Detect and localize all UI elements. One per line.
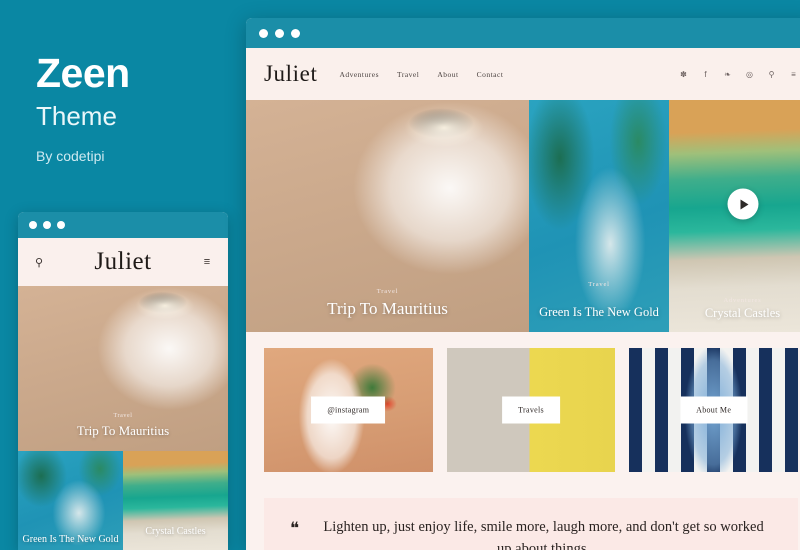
mobile-card-row: Green Is The New Gold Crystal Castles bbox=[18, 451, 228, 550]
promo-card-label: Travels bbox=[502, 396, 560, 424]
hamburger-menu-icon[interactable]: ≡ bbox=[789, 69, 798, 79]
window-dot-minimize-icon[interactable] bbox=[43, 221, 51, 229]
desktop-window-chrome-bar bbox=[246, 18, 800, 48]
mobile-card-category: Travel bbox=[113, 413, 133, 419]
hero-card-mauritius[interactable]: Travel Trip To Mauritius bbox=[246, 100, 529, 332]
social-icon-bar: ✽ f ❧ ◎ ⚲ ≡ bbox=[679, 69, 798, 79]
mobile-site-header: ⚲ Juliet ≡ bbox=[18, 238, 228, 286]
mobile-window-chrome-bar bbox=[18, 212, 228, 238]
window-dot-close-icon[interactable] bbox=[259, 28, 268, 38]
pinterest-icon[interactable]: ✽ bbox=[679, 69, 688, 79]
hero-card-title: Crystal Castles bbox=[704, 306, 781, 320]
quote-line-1: Lighten up, just enjoy life, smile more,… bbox=[323, 519, 701, 535]
main-navigation: Adventures Travel About Contact bbox=[339, 70, 679, 79]
site-logo[interactable]: Juliet bbox=[264, 61, 317, 87]
nav-item-travel[interactable]: Travel bbox=[397, 70, 419, 79]
mobile-featured-card[interactable]: Travel Trip To Mauritius bbox=[18, 286, 228, 451]
theme-subtitle: Theme bbox=[36, 101, 117, 132]
window-dot-maximize-icon[interactable] bbox=[57, 221, 65, 229]
instagram-icon[interactable]: ◎ bbox=[745, 69, 754, 79]
window-dot-minimize-icon[interactable] bbox=[275, 28, 284, 38]
twitter-icon[interactable]: ❧ bbox=[723, 69, 732, 79]
search-icon[interactable]: ⚲ bbox=[32, 256, 46, 269]
promo-section: @instagram Travels About Me bbox=[246, 332, 800, 486]
promo-card-about-me[interactable]: About Me bbox=[629, 348, 799, 472]
quote-mark-icon: ❝ bbox=[290, 519, 299, 538]
hero-card-crystal[interactable]: Adventures Crystal Castles bbox=[669, 100, 800, 332]
mobile-card-title: Trip To Mauritius bbox=[76, 423, 170, 438]
desktop-preview-window[interactable]: Juliet Adventures Travel About Contact ✽… bbox=[246, 18, 800, 550]
hero-card-category: Adventures bbox=[723, 297, 762, 304]
mobile-preview-window[interactable]: ⚲ Juliet ≡ Travel Trip To Mauritius Gree… bbox=[18, 212, 228, 550]
search-icon[interactable]: ⚲ bbox=[767, 69, 776, 79]
promo-card-label: @instagram bbox=[311, 396, 386, 424]
nav-item-about[interactable]: About bbox=[437, 70, 458, 79]
hero-card-title: Green Is The New Gold bbox=[539, 305, 659, 319]
mobile-card-title: Crystal Castles bbox=[145, 526, 206, 537]
facebook-icon[interactable]: f bbox=[701, 69, 710, 79]
promo-card-instagram[interactable]: @instagram bbox=[264, 348, 433, 472]
theme-author: By codetipi bbox=[36, 147, 105, 164]
mobile-site-logo[interactable]: Juliet bbox=[46, 248, 200, 276]
window-dot-close-icon[interactable] bbox=[29, 221, 37, 229]
hero-card-green[interactable]: Travel Green Is The New Gold bbox=[529, 100, 669, 332]
promo-card-label: About Me bbox=[680, 396, 748, 424]
hamburger-menu-icon[interactable]: ≡ bbox=[200, 256, 214, 268]
hero-card-row: Travel Trip To Mauritius Travel Green Is… bbox=[246, 100, 800, 332]
nav-item-contact[interactable]: Contact bbox=[477, 70, 504, 79]
quote-block: ❝ Lighten up, just enjoy life, smile mor… bbox=[264, 498, 798, 550]
promo-card-row: @instagram Travels About Me bbox=[264, 348, 799, 472]
hero-card-category: Travel bbox=[588, 281, 610, 288]
mobile-card-crystal[interactable]: Crystal Castles bbox=[123, 451, 228, 550]
window-dot-maximize-icon[interactable] bbox=[291, 28, 300, 38]
hero-card-category: Travel bbox=[376, 288, 399, 295]
quote-text: Lighten up, just enjoy life, smile more,… bbox=[315, 516, 772, 550]
nav-item-adventures[interactable]: Adventures bbox=[339, 70, 379, 79]
mobile-card-green[interactable]: Green Is The New Gold bbox=[18, 451, 123, 550]
promo-card-travels[interactable]: Travels bbox=[446, 348, 616, 472]
mobile-card-title: Green Is The New Gold bbox=[22, 533, 119, 545]
desktop-site-header: Juliet Adventures Travel About Contact ✽… bbox=[246, 48, 800, 100]
play-button-icon[interactable] bbox=[727, 188, 758, 220]
hero-card-title: Trip To Mauritius bbox=[327, 299, 448, 318]
page-title: Zeen bbox=[36, 50, 130, 96]
